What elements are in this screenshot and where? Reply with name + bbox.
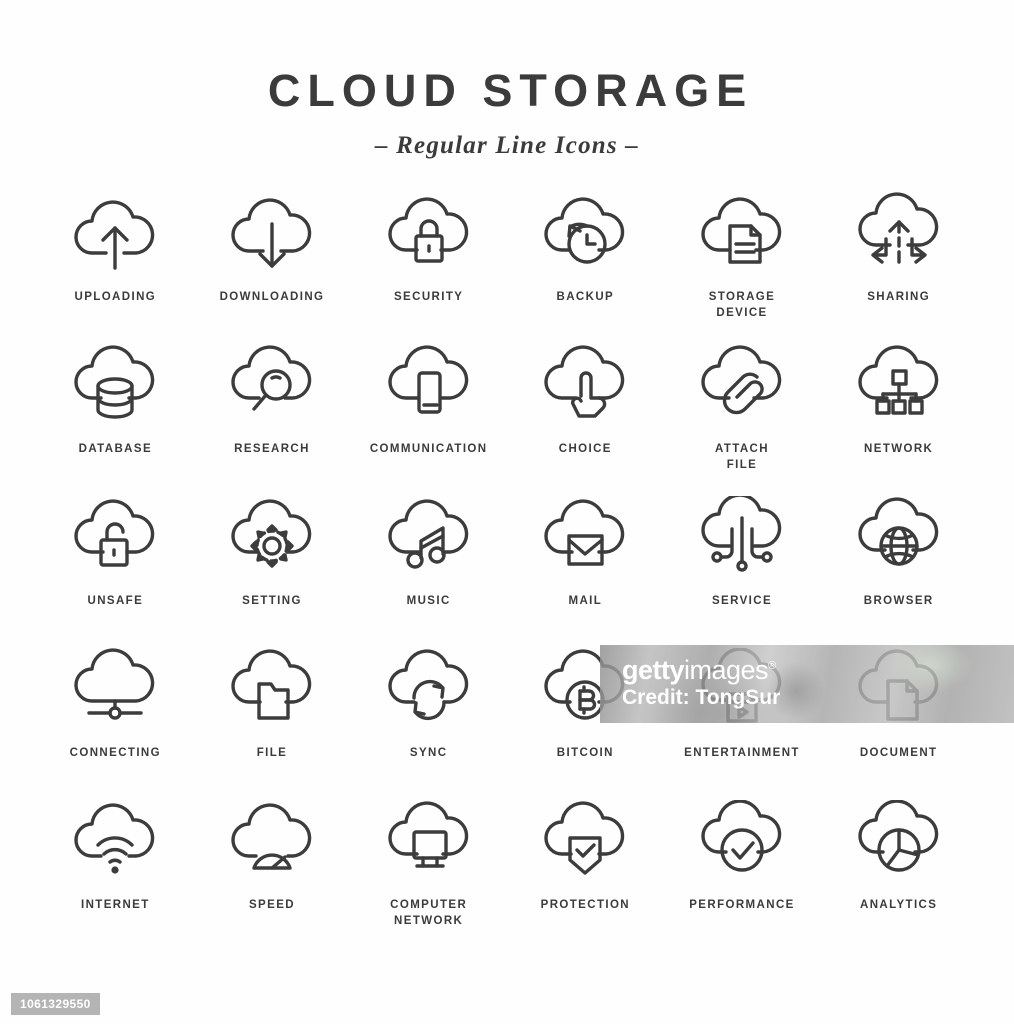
icon-label: ENTERTAINMENT — [684, 747, 800, 759]
icon-label: SHARING — [867, 291, 931, 303]
icon-cell[interactable]: BITCOIN — [507, 648, 664, 800]
cloud-monitor-icon — [381, 800, 477, 884]
icon-cell[interactable]: SERVICE — [664, 496, 821, 648]
icon-sheet: CLOUD STORAGE – Regular Line Icons – UPL… — [0, 0, 1014, 1024]
icon-cell[interactable]: PERFORMANCE — [664, 800, 821, 952]
cloud-magnifier-icon — [224, 344, 320, 428]
cloud-pointing-hand-icon — [537, 344, 633, 428]
icon-grid: UPLOADING DOWNLOADING SECURITY BACKUP ST… — [37, 158, 977, 952]
cloud-lock-open-icon — [67, 496, 163, 580]
icon-label: STORAGE DEVICE — [708, 291, 776, 319]
icon-cell[interactable]: INTERNET — [37, 800, 194, 952]
icon-cell[interactable]: COMMUNICATION — [350, 344, 507, 496]
cloud-wifi-signal-icon — [67, 800, 163, 884]
icon-cell[interactable]: SPEED — [194, 800, 351, 952]
icon-label: CONNECTING — [69, 747, 161, 759]
cloud-envelope-icon — [537, 496, 633, 580]
cloud-gear-icon — [224, 496, 320, 580]
icon-cell[interactable]: SETTING — [194, 496, 351, 648]
icon-label: DOWNLOADING — [219, 291, 325, 303]
icon-cell[interactable]: PROTECTION — [507, 800, 664, 952]
page-subtitle: – Regular Line Icons – — [375, 132, 639, 159]
icon-cell[interactable]: ENTERTAINMENT — [664, 648, 821, 800]
icon-cell[interactable]: STORAGE DEVICE — [664, 192, 821, 344]
icon-label: SETTING — [242, 595, 302, 607]
cloud-speedometer-icon — [224, 800, 320, 884]
icon-label: DOCUMENT — [859, 747, 938, 759]
icon-cell[interactable]: CONNECTING — [37, 648, 194, 800]
icon-label: DATABASE — [78, 443, 153, 455]
icon-cell[interactable]: MUSIC — [350, 496, 507, 648]
icon-label: COMMUNICATION — [369, 443, 488, 455]
cloud-database-cylinder-icon — [67, 344, 163, 428]
cloud-bitcoin-coin-icon — [537, 648, 633, 732]
cloud-document-storage-icon — [694, 192, 790, 276]
icon-label: ATTACH FILE — [715, 443, 769, 471]
icon-label: NETWORK — [864, 443, 934, 455]
icon-cell[interactable]: SHARING — [820, 192, 977, 344]
icon-cell[interactable]: UPLOADING — [37, 192, 194, 344]
icon-label: MAIL — [568, 595, 603, 607]
icon-label: RESEARCH — [234, 443, 310, 455]
icon-cell[interactable]: DOCUMENT — [820, 648, 977, 800]
icon-cell[interactable]: BACKUP — [507, 192, 664, 344]
icon-label: PERFORMANCE — [689, 899, 795, 911]
cloud-folder-icon — [224, 648, 320, 732]
cloud-smartphone-icon — [381, 344, 477, 428]
icon-label: UPLOADING — [74, 291, 157, 303]
icon-cell[interactable]: MAIL — [507, 496, 664, 648]
sheet-header: CLOUD STORAGE – Regular Line Icons – — [0, 0, 1014, 158]
icon-label: ANALYTICS — [859, 899, 938, 911]
cloud-upload-arrow-icon — [67, 192, 163, 276]
cloud-shield-check-icon — [537, 800, 633, 884]
icon-cell[interactable]: NETWORK — [820, 344, 977, 496]
icon-label: CHOICE — [558, 443, 612, 455]
icon-label: UNSAFE — [87, 595, 144, 607]
cloud-music-notes-icon — [381, 496, 477, 580]
icon-label: BROWSER — [863, 595, 934, 607]
cloud-circuit-nodes-icon — [694, 496, 790, 580]
cloud-globe-icon — [851, 496, 947, 580]
cloud-lock-closed-icon — [381, 192, 477, 276]
cloud-file-page-icon — [851, 648, 947, 732]
cloud-pie-chart-icon — [851, 800, 947, 884]
cloud-circle-check-icon — [694, 800, 790, 884]
icon-cell[interactable]: CHOICE — [507, 344, 664, 496]
cloud-video-play-icon — [694, 648, 790, 732]
icon-label: SYNC — [409, 747, 448, 759]
icon-cell[interactable]: DOWNLOADING — [194, 192, 351, 344]
icon-cell[interactable]: ATTACH FILE — [664, 344, 821, 496]
cloud-network-tree-icon — [851, 344, 947, 428]
image-id-badge: 1061329550 — [11, 993, 100, 1015]
icon-cell[interactable]: SECURITY — [350, 192, 507, 344]
cloud-share-arrows-icon — [851, 192, 947, 276]
page-title: CLOUD STORAGE — [267, 65, 754, 116]
icon-label: PROTECTION — [540, 899, 631, 911]
icon-label: BACKUP — [556, 291, 615, 303]
icon-cell[interactable]: FILE — [194, 648, 351, 800]
cloud-clock-restore-icon — [537, 192, 633, 276]
icon-label: FILE — [256, 747, 288, 759]
cloud-connection-node-icon — [67, 648, 163, 732]
icon-label: SERVICE — [711, 595, 773, 607]
cloud-sync-arrows-icon — [381, 648, 477, 732]
cloud-download-arrow-icon — [224, 192, 320, 276]
icon-cell[interactable]: SYNC — [350, 648, 507, 800]
icon-label: INTERNET — [80, 899, 150, 911]
icon-label: BITCOIN — [556, 747, 614, 759]
icon-label: SECURITY — [393, 291, 464, 303]
icon-cell[interactable]: RESEARCH — [194, 344, 351, 496]
icon-cell[interactable]: UNSAFE — [37, 496, 194, 648]
icon-cell[interactable]: ANALYTICS — [820, 800, 977, 952]
icon-cell[interactable]: COMPUTER NETWORK — [350, 800, 507, 952]
icon-label: SPEED — [248, 899, 295, 911]
icon-label: COMPUTER NETWORK — [390, 899, 468, 927]
icon-label: MUSIC — [406, 595, 451, 607]
icon-cell[interactable]: DATABASE — [37, 344, 194, 496]
cloud-paperclip-icon — [694, 344, 790, 428]
icon-cell[interactable]: BROWSER — [820, 496, 977, 648]
